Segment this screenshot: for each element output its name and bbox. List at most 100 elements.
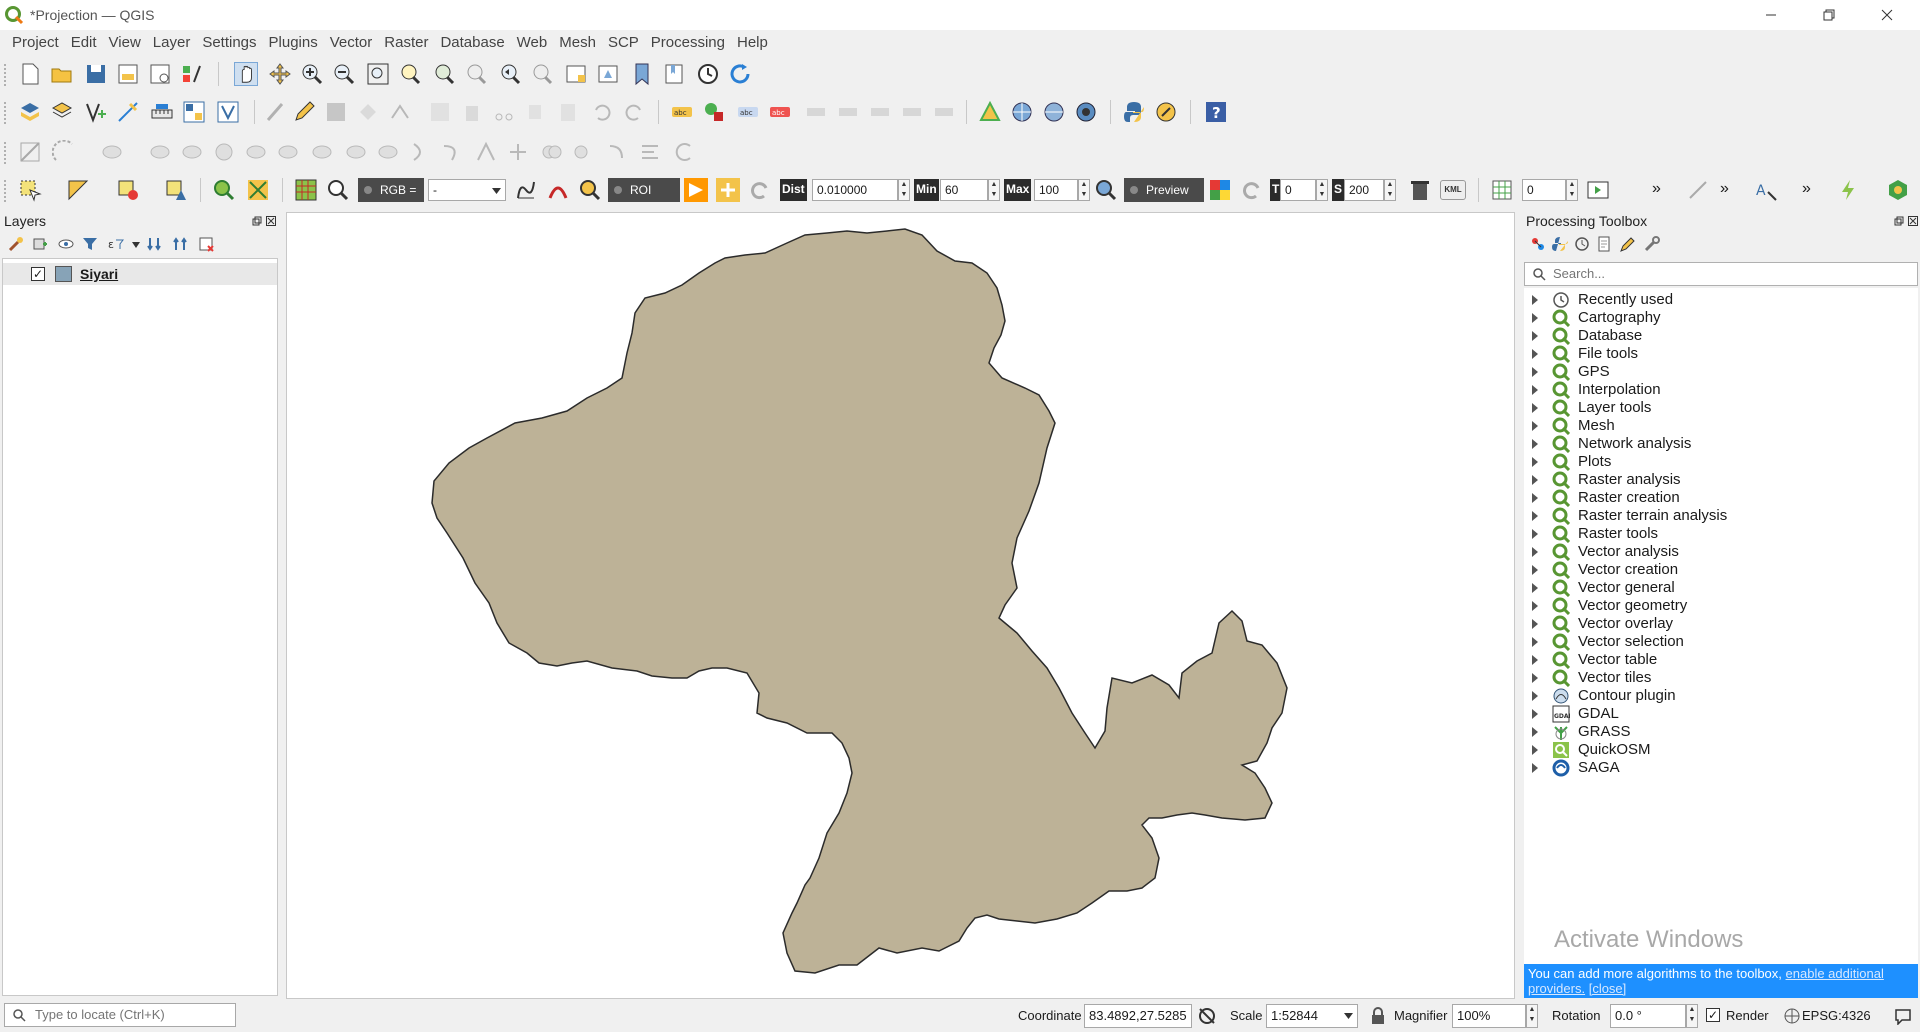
menu-mesh[interactable]: Mesh: [553, 34, 602, 51]
deselect-features-icon[interactable]: [116, 178, 140, 202]
plugin-reloader-icon[interactable]: [1154, 100, 1178, 124]
rotate-point-symbols-icon[interactable]: [506, 140, 530, 164]
change-label-icon[interactable]: [900, 100, 924, 124]
locator-bar[interactable]: [4, 1003, 236, 1027]
new-map-view-icon[interactable]: [564, 62, 588, 86]
zoom-to-selection-icon[interactable]: [398, 62, 422, 86]
expand-arrow-icon[interactable]: [1532, 583, 1538, 593]
reverse-line-icon[interactable]: [376, 140, 400, 164]
expand-arrow-icon[interactable]: [1532, 403, 1538, 413]
toolbox-search-input[interactable]: [1553, 266, 1903, 281]
new-shapefile-layer-icon[interactable]: [84, 100, 108, 124]
digitize-line-icon[interactable]: [116, 100, 140, 124]
dist-input[interactable]: 0.010000: [812, 179, 898, 201]
models-icon[interactable]: [1530, 236, 1546, 252]
menu-settings[interactable]: Settings: [196, 34, 262, 51]
new-3d-map-view-icon[interactable]: [596, 62, 620, 86]
menu-edit[interactable]: Edit: [65, 34, 103, 51]
scp-remove-temp-files-icon[interactable]: [1408, 178, 1432, 202]
current-edits-icon[interactable]: [264, 100, 288, 124]
map-svg[interactable]: [287, 213, 1516, 1000]
crs-label[interactable]: EPSG:4326: [1802, 1008, 1871, 1023]
temporal-controller-icon[interactable]: [696, 62, 720, 86]
pin-unpin-labels-icon[interactable]: abc: [768, 100, 792, 124]
select-location-icon[interactable]: [164, 178, 188, 202]
close-panel-icon[interactable]: [266, 216, 276, 226]
layer-diagram-icon[interactable]: [702, 100, 726, 124]
zoom-in-icon[interactable]: [300, 62, 324, 86]
merge-features-icon[interactable]: [540, 140, 564, 164]
add-feature-icon[interactable]: [356, 100, 380, 124]
scp-roi-zoom-icon[interactable]: [578, 178, 602, 202]
min-input[interactable]: 60: [940, 179, 988, 201]
add-group-icon[interactable]: [32, 236, 48, 252]
expand-arrow-icon[interactable]: [1532, 511, 1538, 521]
show-bookmarks-icon[interactable]: [662, 62, 686, 86]
zoom-next-icon[interactable]: [530, 62, 554, 86]
rotation-field[interactable]: 0.0 °: [1610, 1004, 1686, 1028]
restore-button[interactable]: [1800, 0, 1858, 30]
layout-manager-icon[interactable]: [148, 62, 172, 86]
scp-next-band-icon[interactable]: [1586, 178, 1610, 202]
copy-features-icon[interactable]: [524, 100, 548, 124]
close-button[interactable]: [1858, 0, 1916, 30]
scp-main-interface-icon[interactable]: [246, 178, 270, 202]
align-features-icon[interactable]: [638, 140, 662, 164]
new-bookmark-icon[interactable]: [630, 62, 654, 86]
expand-arrow-icon[interactable]: [1532, 367, 1538, 377]
rotate-label-icon[interactable]: [868, 100, 892, 124]
paste-features-icon[interactable]: [556, 100, 580, 124]
processing-options-icon[interactable]: [1644, 236, 1660, 252]
expand-arrow-icon[interactable]: [1532, 421, 1538, 431]
expand-arrow-icon[interactable]: [1532, 727, 1538, 737]
add-part-icon[interactable]: [180, 140, 204, 164]
menu-database[interactable]: Database: [434, 34, 510, 51]
metasearch-icon[interactable]: [1042, 100, 1066, 124]
georeferencer-icon[interactable]: [978, 100, 1002, 124]
toolbar-grip[interactable]: [4, 64, 8, 86]
s-input[interactable]: 200: [1344, 179, 1384, 201]
results-viewer-icon[interactable]: [1596, 236, 1612, 252]
split-parts-icon[interactable]: [440, 140, 464, 164]
expand-arrow-icon[interactable]: [1532, 313, 1538, 323]
scp-band-set-icon[interactable]: [514, 178, 538, 202]
expand-arrow-icon[interactable]: [1532, 673, 1538, 683]
layer-row-siyari[interactable]: ✓ Siyari: [3, 263, 277, 285]
band-input[interactable]: 0: [1522, 179, 1566, 201]
expand-arrow-icon[interactable]: [1532, 457, 1538, 467]
rgb-combo[interactable]: -: [428, 179, 506, 201]
max-spinner[interactable]: ▲ ▼: [1078, 179, 1090, 201]
online-resources-icon[interactable]: [1074, 100, 1098, 124]
max-input[interactable]: 100: [1034, 179, 1078, 201]
scp-classification-preview-icon[interactable]: [1208, 178, 1232, 202]
expand-arrow-icon[interactable]: [1532, 619, 1538, 629]
add-vector-layer-icon[interactable]: [50, 100, 74, 124]
magnifier-spinner[interactable]: ▲ ▼: [1526, 1004, 1538, 1028]
offset-curve-icon[interactable]: [310, 140, 334, 164]
zoom-last-icon[interactable]: [498, 62, 522, 86]
data-source-manager-icon[interactable]: [18, 100, 42, 124]
expand-arrow-icon[interactable]: [1532, 565, 1538, 575]
layer-styling-icon[interactable]: [8, 236, 24, 252]
merge-attributes-icon[interactable]: [572, 140, 596, 164]
expand-arrow-icon[interactable]: [1532, 475, 1538, 485]
toggle-extents-icon[interactable]: [1198, 1007, 1216, 1025]
rotation-spinner[interactable]: ▲ ▼: [1686, 1004, 1698, 1028]
python-console-icon[interactable]: [1122, 100, 1146, 124]
magnifier-field[interactable]: 100%: [1452, 1004, 1526, 1028]
history-icon[interactable]: [1574, 236, 1590, 252]
menu-vector[interactable]: Vector: [324, 34, 379, 51]
expand-arrow-icon[interactable]: [1532, 349, 1538, 359]
vertex-tool-icon[interactable]: [388, 100, 412, 124]
delete-ring-icon[interactable]: [212, 140, 236, 164]
menu-plugins[interactable]: Plugins: [263, 34, 324, 51]
locator-input[interactable]: [35, 1007, 230, 1022]
t-spinner[interactable]: ▲ ▼: [1316, 179, 1328, 201]
pan-map-icon[interactable]: [234, 62, 258, 86]
scale-combo[interactable]: 1:52844: [1266, 1004, 1358, 1028]
zoom-to-layer-icon[interactable]: [432, 62, 456, 86]
band-spinner[interactable]: ▲ ▼: [1566, 179, 1578, 201]
expand-arrow-icon[interactable]: [1532, 493, 1538, 503]
toolbar-grip[interactable]: [4, 102, 8, 124]
scp-zoom-raster-icon[interactable]: [326, 178, 350, 202]
